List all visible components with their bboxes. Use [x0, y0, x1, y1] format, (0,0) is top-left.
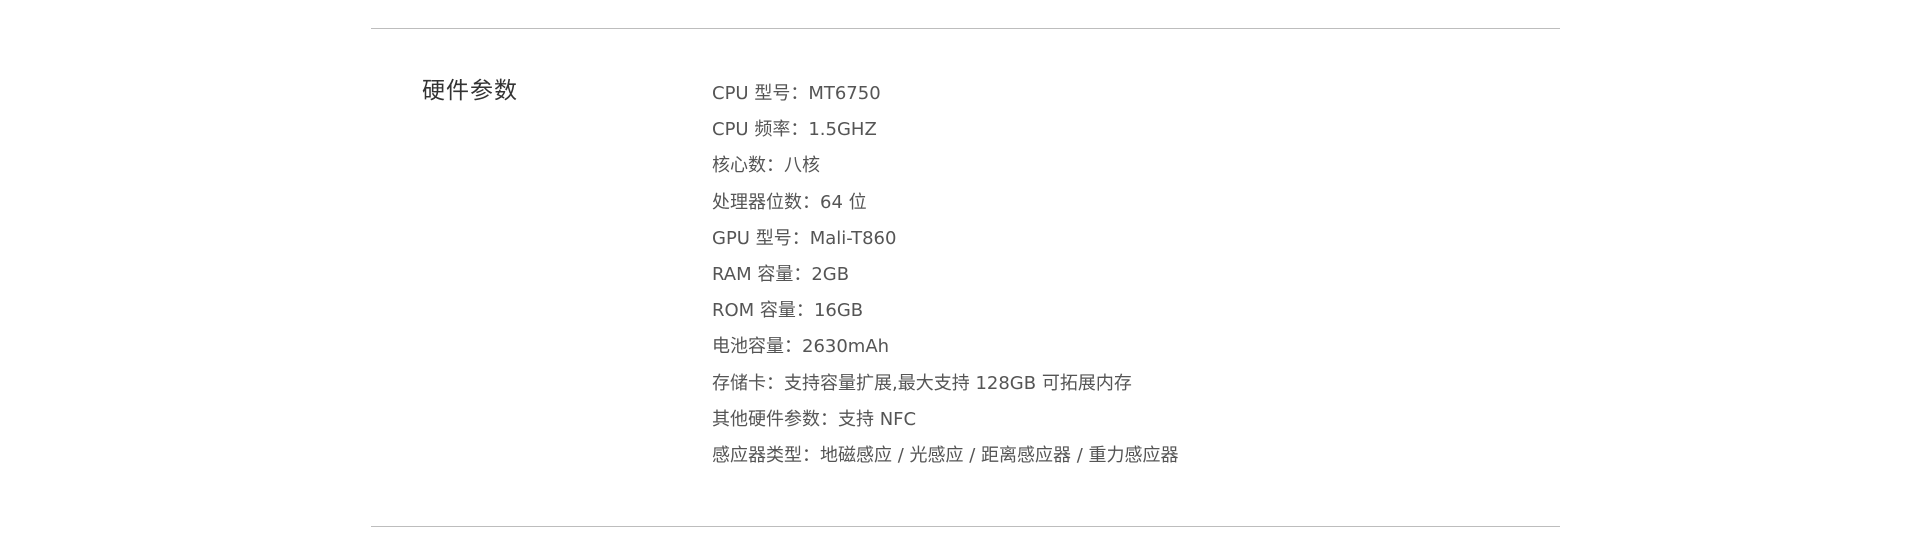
- spec-label: RAM 容量：: [712, 263, 812, 285]
- spec-label: 存储卡：: [712, 372, 784, 394]
- spec-item-other-hardware: 其他硬件参数：支持 NFC: [712, 405, 1179, 441]
- spec-value: 1.5GHZ: [808, 119, 877, 141]
- spec-value: 2630mAh: [802, 336, 890, 358]
- top-divider: [371, 28, 1560, 29]
- spec-item-cpu-frequency: CPU 频率：1.5GHZ: [712, 115, 1179, 151]
- spec-item-gpu-model: GPU 型号：Mali-T860: [712, 224, 1179, 260]
- spec-label: CPU 型号：: [712, 83, 809, 104]
- spec-label: ROM 容量：: [712, 300, 814, 322]
- spec-label: 感应器类型：: [712, 444, 820, 466]
- spec-item-core-count: 核心数：八核: [712, 151, 1179, 187]
- spec-label: 处理器位数：: [712, 191, 820, 213]
- spec-value: 地磁感应 / 光感应 / 距离感应器 / 重力感应器: [820, 444, 1179, 466]
- spec-item-processor-bits: 处理器位数：64 位: [712, 188, 1179, 224]
- spec-value: Mali-T860: [809, 227, 897, 249]
- spec-item-sensor-types: 感应器类型：地磁感应 / 光感应 / 距离感应器 / 重力感应器: [712, 441, 1179, 477]
- section-title: 硬件参数: [422, 78, 518, 104]
- spec-value: MT6750: [808, 83, 881, 104]
- spec-list: CPU 型号：MT6750 CPU 频率：1.5GHZ 核心数：八核 处理器位数…: [712, 79, 1179, 477]
- spec-item-ram: RAM 容量：2GB: [712, 260, 1179, 296]
- spec-value: 八核: [784, 155, 820, 177]
- spec-item-cpu-model: CPU 型号：MT6750: [712, 79, 1179, 115]
- bottom-divider: [371, 526, 1560, 527]
- spec-label: CPU 频率：: [712, 119, 809, 141]
- spec-value: 2GB: [811, 263, 850, 285]
- spec-label: 核心数：: [712, 155, 784, 177]
- spec-item-rom: ROM 容量：16GB: [712, 296, 1179, 332]
- spec-value: 支持容量扩展,最大支持 128GB 可拓展内存: [784, 372, 1132, 394]
- spec-value: 支持 NFC: [838, 408, 917, 430]
- hardware-specs-page: 硬件参数 CPU 型号：MT6750 CPU 频率：1.5GHZ 核心数：八核 …: [0, 0, 1920, 548]
- spec-label: GPU 型号：: [712, 227, 810, 249]
- spec-label: 电池容量：: [712, 336, 802, 358]
- spec-item-memory-card: 存储卡：支持容量扩展,最大支持 128GB 可拓展内存: [712, 369, 1179, 405]
- spec-label: 其他硬件参数：: [712, 408, 838, 430]
- spec-value: 16GB: [813, 300, 864, 322]
- spec-value: 64 位: [820, 191, 867, 213]
- spec-item-battery: 电池容量：2630mAh: [712, 332, 1179, 368]
